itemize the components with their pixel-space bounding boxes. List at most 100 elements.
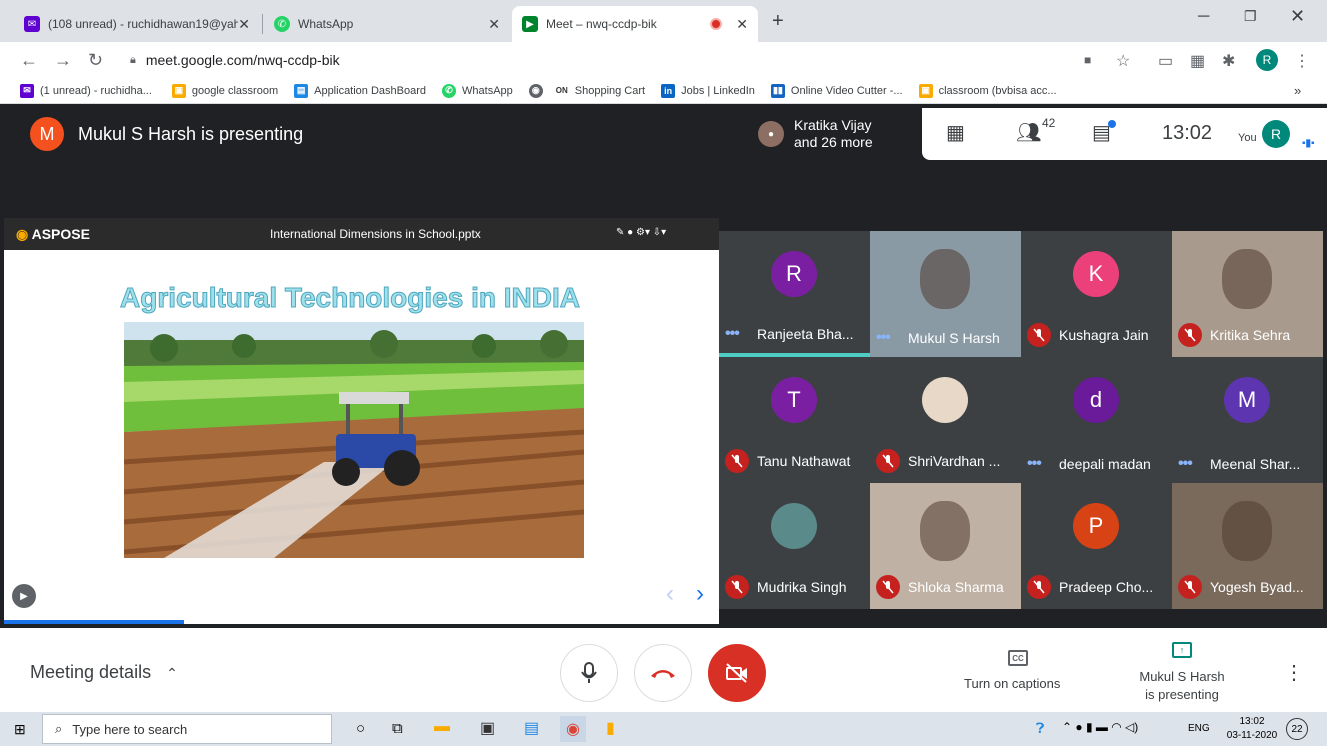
store-icon[interactable]: ▣: [480, 718, 495, 738]
close-tab-icon[interactable]: ✕: [238, 16, 250, 33]
grid-extension-icon[interactable]: ▦: [1190, 51, 1205, 71]
participant-tile[interactable]: ShriVardhan ...: [870, 357, 1021, 483]
participant-label: Mudrika Singh: [725, 575, 847, 599]
back-button[interactable]: ←: [20, 50, 38, 71]
participant-label: Shloka Sharma: [876, 575, 1004, 599]
participant-label: ••• deepali madan: [1027, 455, 1151, 473]
participant-tile[interactable]: M ••• Meenal Shar...: [1172, 357, 1323, 483]
microphone-button[interactable]: [560, 644, 618, 702]
app-icon[interactable]: ▮: [606, 718, 615, 738]
restore-button[interactable]: ❐: [1244, 8, 1257, 25]
participant-tile[interactable]: Mudrika Singh: [719, 483, 870, 609]
bookmark-item[interactable]: ON Shopping Cart: [554, 83, 645, 98]
whatsapp-icon: ✆: [274, 16, 290, 32]
close-tab-icon[interactable]: ✕: [488, 16, 500, 33]
file-explorer-icon[interactable]: ▬: [434, 718, 450, 736]
play-button[interactable]: ▶: [12, 584, 36, 608]
profile-avatar[interactable]: R: [1256, 49, 1278, 71]
participant-tile[interactable]: K Kushagra Jain: [1021, 231, 1172, 357]
participants-chip[interactable]: ● Kratika Vijay and 26 more: [746, 108, 922, 160]
classroom-icon: ▣: [918, 83, 933, 98]
bookmark-item[interactable]: ◉: [528, 83, 549, 98]
tab-whatsapp[interactable]: ✆ WhatsApp ✕: [264, 6, 510, 42]
participant-tile[interactable]: P Pradeep Cho...: [1021, 483, 1172, 609]
notifications-badge[interactable]: 22: [1286, 718, 1308, 740]
camera-toggle-button[interactable]: [708, 644, 766, 702]
dashboard-icon: ▤: [294, 83, 309, 98]
cortana-icon[interactable]: ○: [356, 720, 365, 737]
search-icon: ⌕: [55, 721, 63, 736]
bookmark-item[interactable]: ▤ Application DashBoard: [294, 83, 426, 98]
participant-tile[interactable]: ••• Mukul S Harsh: [870, 231, 1021, 357]
language-indicator[interactable]: ENG: [1188, 723, 1210, 734]
tile-layout-icon[interactable]: ▦: [946, 120, 965, 145]
taskbar-clock[interactable]: 13:02 03-11-2020: [1222, 715, 1282, 743]
taskbar-search-input[interactable]: ⌕ Type here to search: [42, 714, 332, 744]
participant-tile[interactable]: T Tanu Nathawat: [719, 357, 870, 483]
globe-icon: ◉: [528, 83, 543, 98]
mic-muted-icon: [1178, 575, 1202, 599]
captions-button[interactable]: Turn on captions: [964, 676, 1060, 691]
viewer-tools-icon[interactable]: ✎ ● ⚙▾ ⇩▾: [616, 227, 666, 238]
participant-tile[interactable]: Yogesh Byad...: [1172, 483, 1323, 609]
participant-video: [1222, 249, 1272, 309]
forward-button[interactable]: →: [54, 50, 72, 71]
close-tab-icon[interactable]: ✕: [736, 16, 748, 33]
puzzle-icon[interactable]: ✱: [1222, 51, 1235, 71]
bookmarks-overflow[interactable]: »: [1294, 83, 1301, 98]
participant-name: Kushagra Jain: [1059, 327, 1149, 343]
mic-muted-icon: [876, 575, 900, 599]
more-options-icon[interactable]: ⋮: [1284, 660, 1304, 685]
windows-start-icon[interactable]: ⊞: [14, 721, 26, 738]
mail-app-icon[interactable]: ▤: [524, 718, 539, 738]
chrome-icon[interactable]: ◉: [560, 716, 586, 742]
new-tab-button[interactable]: +: [772, 10, 784, 33]
presenting-status[interactable]: Mukul S Harsh is presenting: [1130, 668, 1234, 704]
leave-call-button[interactable]: [634, 644, 692, 702]
participant-name: Pradeep Cho...: [1059, 579, 1154, 595]
minimize-button[interactable]: ─: [1198, 8, 1209, 26]
present-screen-icon[interactable]: ↑: [1172, 642, 1192, 658]
mail-icon: ✉: [24, 16, 40, 32]
url-bar[interactable]: 🔒︎ meet.google.com/nwq-ccdp-bik: [118, 46, 1118, 74]
audio-level-icon: ▪▮▪: [1302, 138, 1315, 149]
bookmark-item[interactable]: ✆ WhatsApp: [442, 83, 513, 98]
bookmark-item[interactable]: in Jobs | LinkedIn: [661, 83, 755, 98]
presentation-viewer[interactable]: ◉ ASPOSE International Dimensions in Sch…: [4, 218, 719, 624]
camera-icon[interactable]: ■: [1084, 53, 1091, 67]
people-icon[interactable]: 👥︎: [1016, 120, 1041, 145]
menu-dots-icon[interactable]: ⋮: [1294, 51, 1310, 71]
next-slide-button[interactable]: ›: [696, 580, 704, 608]
participant-name: Shloka Sharma: [908, 579, 1004, 595]
previous-slide-button[interactable]: ‹: [666, 580, 674, 608]
participant-avatar: K: [1073, 251, 1119, 297]
chat-unread-badge: [1108, 120, 1116, 128]
captions-icon[interactable]: CC: [1008, 650, 1028, 666]
participant-name: Mudrika Singh: [757, 579, 847, 595]
bookmark-item[interactable]: ▣ classroom (bvbisa acc...: [918, 83, 1057, 98]
bookmark-item[interactable]: ✉ (1 unread) - ruchidha...: [20, 83, 152, 98]
speaking-dots-icon: •••: [1178, 455, 1193, 472]
bookmark-item[interactable]: ▮▮ Online Video Cutter -...: [770, 83, 903, 98]
meet-control-bar: Meeting details ⌃ CC Turn on captions ↑ …: [0, 628, 1327, 712]
tractor-field-image: [124, 322, 584, 558]
bookmark-item[interactable]: ▣ google classroom: [171, 83, 278, 98]
meeting-details-button[interactable]: Meeting details ⌃: [30, 662, 178, 683]
participant-tile[interactable]: Shloka Sharma: [870, 483, 1021, 609]
reload-button[interactable]: ↻: [88, 50, 103, 71]
participant-tile[interactable]: d ••• deepali madan: [1021, 357, 1172, 483]
help-icon[interactable]: ❓︎: [1036, 720, 1044, 737]
participant-name: deepali madan: [1059, 456, 1151, 472]
tray-icons[interactable]: ⌃ ● ▮ ▬ ◠ ◁): [1062, 720, 1138, 734]
self-avatar[interactable]: R: [1262, 120, 1290, 148]
participant-tile[interactable]: R ••• Ranjeeta Bha...: [719, 231, 870, 357]
extension-icon[interactable]: ▭: [1158, 51, 1173, 71]
video-cutter-icon: ▮▮: [770, 83, 785, 98]
task-view-icon[interactable]: ⧉: [392, 720, 403, 737]
participant-name: Ranjeeta Bha...: [757, 326, 854, 342]
close-window-button[interactable]: ✕: [1290, 6, 1305, 27]
participant-tile[interactable]: Kritika Sehra: [1172, 231, 1323, 357]
tab-meet[interactable]: ▶ Meet – nwq-ccdp-bik ✕: [512, 6, 758, 42]
tab-yahoo-mail[interactable]: ✉ (108 unread) - ruchidhawan19@yah ✕: [14, 6, 260, 42]
bookmark-star-icon[interactable]: ☆: [1116, 51, 1130, 71]
